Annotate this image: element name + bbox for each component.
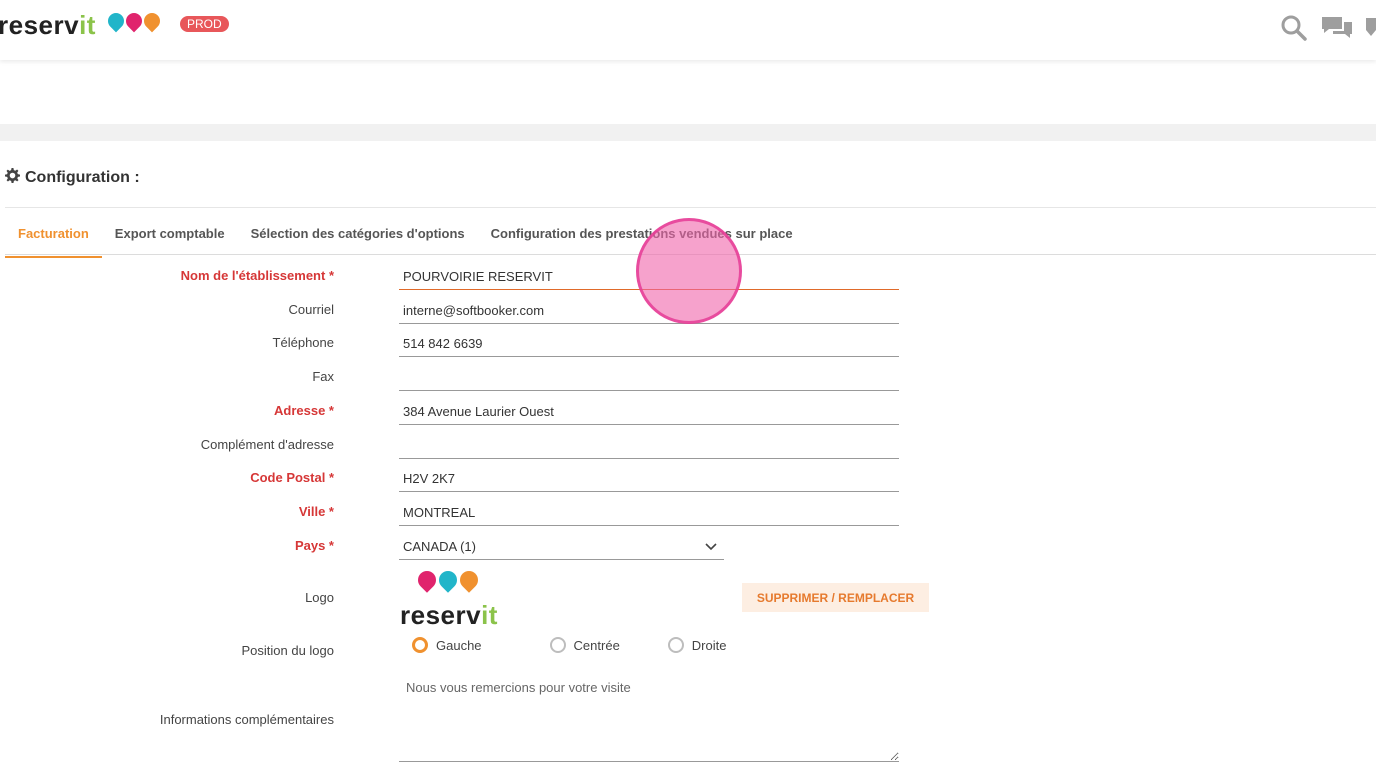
adresse-label: Adresse * bbox=[274, 403, 334, 418]
complement-label: Complément d'adresse bbox=[200, 437, 334, 452]
nom-label: Nom de l'établissement * bbox=[180, 268, 334, 283]
fax-label: Fax bbox=[312, 369, 334, 384]
brand-pins-icon bbox=[104, 9, 164, 33]
form-row-nom: Nom de l'établissement * bbox=[0, 264, 1000, 302]
radio-droite[interactable]: Droite bbox=[667, 637, 727, 653]
section-title: Configuration : bbox=[5, 168, 140, 188]
form-row-telephone: Téléphone bbox=[0, 331, 1000, 369]
gear-icon bbox=[5, 168, 20, 188]
ville-label: Ville * bbox=[298, 504, 334, 519]
radio-droite-circle[interactable] bbox=[667, 637, 684, 653]
env-badge: PROD bbox=[180, 16, 229, 32]
pays-select[interactable]: CANADA (1) bbox=[399, 534, 724, 560]
logo-pins-icon bbox=[414, 567, 482, 593]
logo-label: Logo bbox=[305, 590, 334, 605]
infos-label: Informations complémentaires bbox=[159, 712, 334, 727]
form-row-adresse: Adresse * bbox=[0, 399, 1000, 437]
position-label: Position du logo bbox=[241, 643, 334, 658]
telephone-field[interactable] bbox=[399, 331, 899, 357]
form-row-code-postal: Code Postal * bbox=[0, 466, 1000, 504]
radio-gauche-circle[interactable] bbox=[412, 637, 428, 653]
tabs-underline bbox=[5, 254, 1376, 255]
brand-logo[interactable]: reservit bbox=[0, 10, 96, 41]
top-bar: reservit PROD bbox=[0, 0, 1376, 60]
ville-field[interactable] bbox=[399, 500, 899, 526]
form-row-fax: Fax bbox=[0, 365, 1000, 403]
form-row-ville: Ville * bbox=[0, 500, 1000, 538]
radio-centree[interactable]: Centrée bbox=[549, 637, 620, 653]
divider-band bbox=[0, 124, 1376, 141]
tab-export-comptable[interactable]: Export comptable bbox=[102, 218, 238, 256]
courriel-label: Courriel bbox=[288, 302, 334, 317]
notification-icon[interactable] bbox=[1366, 14, 1376, 48]
radio-centree-circle[interactable] bbox=[549, 637, 566, 653]
nom-field[interactable] bbox=[399, 264, 899, 290]
form-row-pays: Pays * CANADA (1) bbox=[0, 538, 1000, 572]
tab-facturation[interactable]: Facturation bbox=[5, 218, 102, 258]
radio-centree-label: Centrée bbox=[573, 637, 620, 653]
code-postal-field[interactable] bbox=[399, 466, 899, 492]
tab-selection-categories[interactable]: Sélection des catégories d'options bbox=[238, 218, 478, 256]
code-postal-label: Code Postal * bbox=[250, 470, 334, 485]
fax-field[interactable] bbox=[399, 365, 899, 391]
section-title-label: Configuration : bbox=[25, 169, 140, 186]
pays-select-value: CANADA (1) bbox=[403, 539, 476, 554]
chevron-down-icon bbox=[704, 534, 718, 568]
search-icon[interactable] bbox=[1280, 14, 1308, 48]
adresse-field[interactable] bbox=[399, 399, 899, 425]
radio-gauche[interactable]: Gauche bbox=[412, 637, 482, 653]
logo-preview: reservit bbox=[400, 600, 498, 630]
tab-configuration-prestations[interactable]: Configuration des prestations vendues su… bbox=[478, 218, 806, 256]
replace-logo-button[interactable]: SUPPRIMER / REMPLACER bbox=[742, 583, 929, 612]
telephone-label: Téléphone bbox=[272, 335, 334, 350]
logo-position-radio-group: Gauche Centrée Droite bbox=[412, 637, 756, 653]
courriel-field[interactable] bbox=[399, 298, 899, 324]
radio-gauche-label: Gauche bbox=[436, 637, 482, 653]
tab-bar: Facturation Export comptable Sélection d… bbox=[5, 218, 806, 258]
separator bbox=[5, 207, 1376, 208]
chat-icon[interactable] bbox=[1320, 14, 1354, 48]
infos-textarea[interactable]: Nous vous remercions pour votre visite bbox=[399, 676, 899, 762]
radio-droite-label: Droite bbox=[691, 637, 727, 653]
complement-field[interactable] bbox=[399, 433, 899, 459]
pays-label: Pays * bbox=[294, 538, 334, 553]
